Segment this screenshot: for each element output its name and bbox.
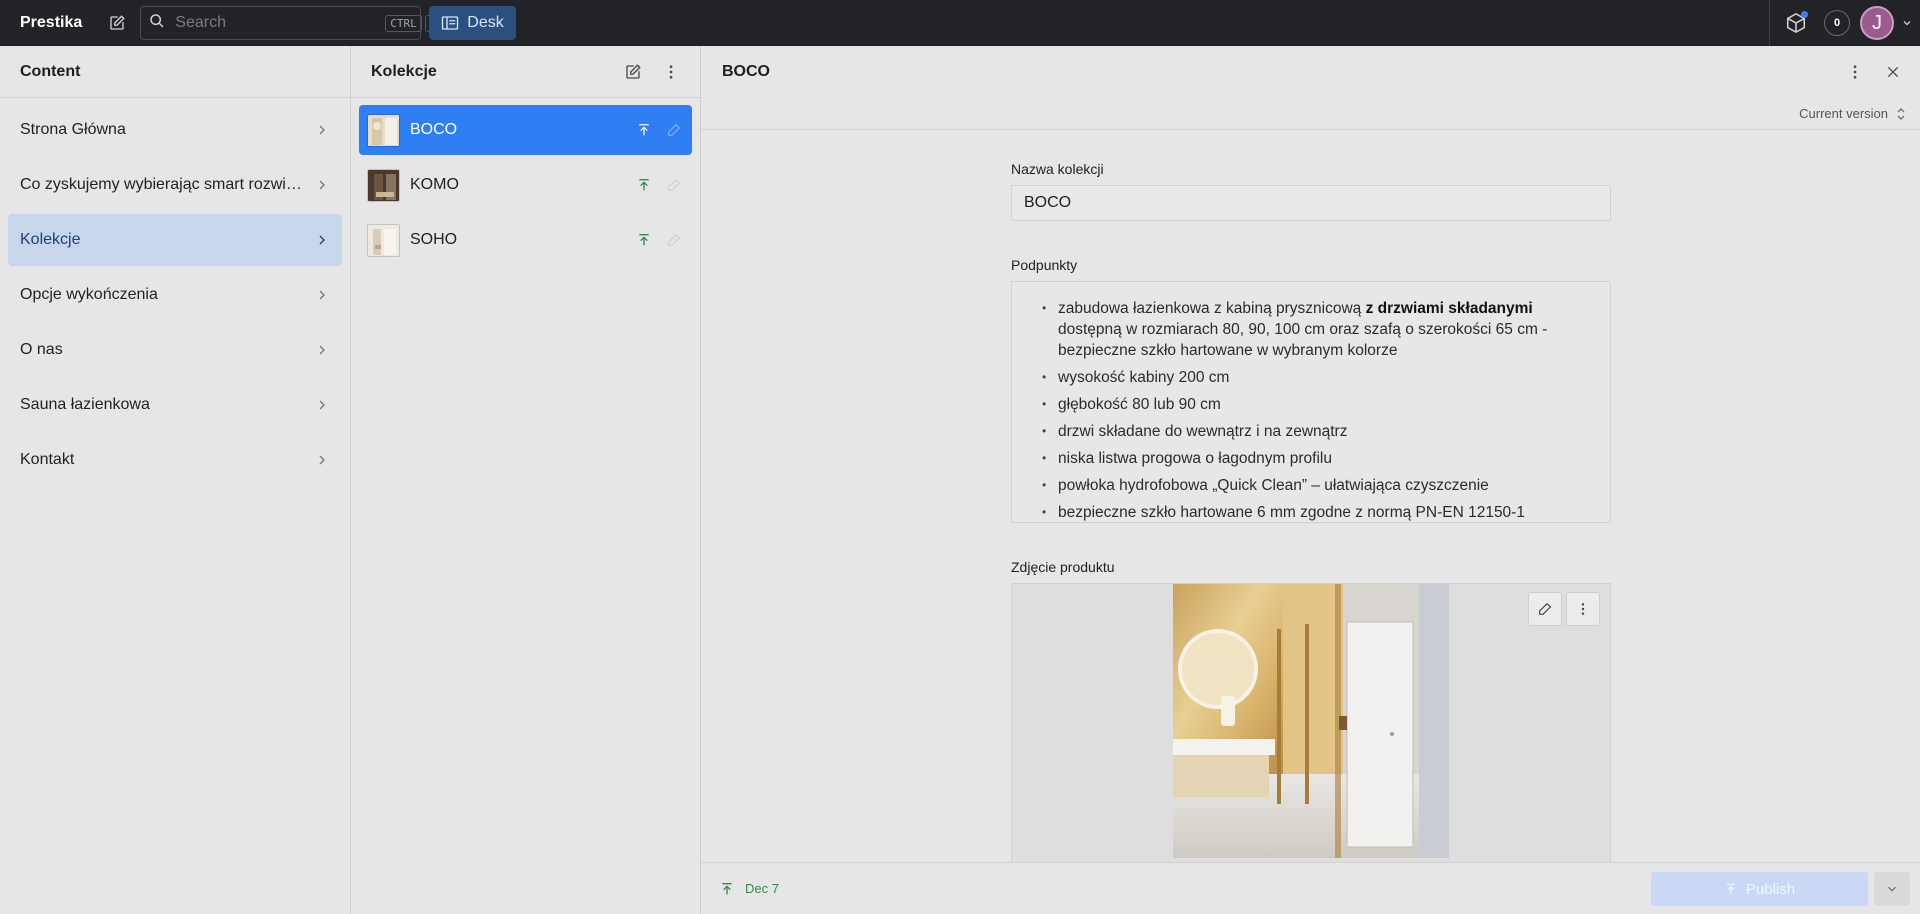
close-icon[interactable] — [1874, 53, 1912, 91]
nav-item-label: Opcje wykończenia — [20, 286, 158, 303]
nav-item-strona-glowna[interactable]: Strona Główna — [8, 104, 342, 156]
chevron-right-icon — [319, 455, 325, 465]
subpoints-editor[interactable]: zabudowa łazienkowa z kabiną prysznicową… — [1011, 281, 1611, 523]
nav-item-label: Kontakt — [20, 451, 75, 468]
product-image — [1173, 584, 1449, 858]
product-image-field[interactable] — [1011, 583, 1611, 883]
chevron-right-icon — [319, 290, 325, 300]
bullet-item: wysokość kabiny 200 cm — [1042, 367, 1590, 388]
edit-icon[interactable] — [666, 232, 682, 248]
published-icon — [639, 124, 649, 136]
nav-item-o-nas[interactable]: O nas — [8, 324, 342, 376]
edit-icon[interactable] — [666, 122, 682, 138]
publish-button[interactable]: Publish — [1651, 872, 1868, 906]
more-vertical-icon[interactable] — [1566, 592, 1600, 626]
more-vertical-icon[interactable] — [1836, 53, 1874, 91]
content-pane: Content Strona Główna Co zyskujemy wybie… — [0, 46, 351, 914]
version-selector[interactable]: Current version — [701, 98, 1920, 130]
notification-counter[interactable]: 0 — [1824, 10, 1850, 36]
document-label: SOHO — [410, 231, 458, 248]
compose-icon[interactable] — [614, 53, 652, 91]
document-thumbnail — [367, 113, 400, 147]
document-list-header: Kolekcje — [351, 46, 700, 98]
chevron-down-icon — [1888, 886, 1896, 892]
publish-icon — [1726, 883, 1735, 894]
nav-item-sauna-lazienkowa[interactable]: Sauna łazienkowa — [8, 379, 342, 431]
nav-item-opcje-wykonczenia[interactable]: Opcje wykończenia — [8, 269, 342, 321]
published-date: Dec 7 — [745, 881, 779, 896]
content-pane-header: Content — [0, 46, 350, 98]
name-field-value: BOCO — [1024, 194, 1072, 211]
document-editor: BOCO Current version Nazwa kolekcji BOCO… — [701, 46, 1920, 914]
bullet-item: zabudowa łazienkowa z kabiną prysznicową… — [1042, 298, 1590, 361]
chevron-right-icon — [319, 180, 325, 190]
brand-logo[interactable]: Prestika — [20, 14, 82, 32]
bullet-item: drzwi składane do wewnątrz i na zewnątrz — [1042, 421, 1590, 442]
published-icon — [639, 234, 649, 246]
document-label: KOMO — [410, 176, 459, 193]
nav-item-label: Co zyskujemy wybierając smart rozwiązani… — [20, 176, 310, 193]
document-thumbnail — [367, 223, 400, 257]
publish-status[interactable]: Dec 7 — [719, 881, 779, 897]
published-icon — [639, 179, 649, 191]
name-field[interactable]: BOCO — [1011, 185, 1611, 221]
desk-label: Desk — [467, 14, 504, 31]
search-box[interactable]: CTRL K — [140, 6, 442, 40]
notification-dot — [1801, 11, 1808, 18]
nav-item-label: Strona Główna — [20, 121, 126, 138]
nav-item-co-zyskujemy[interactable]: Co zyskujemy wybierając smart rozwiązani… — [8, 159, 342, 211]
nav-item-kolekcje[interactable]: Kolekcje — [8, 214, 342, 266]
subpoints-label: Podpunkty — [1011, 257, 1078, 273]
search-input[interactable] — [175, 14, 383, 32]
document-label: BOCO — [410, 121, 458, 138]
desk-icon — [442, 16, 459, 30]
publish-label: Publish — [1745, 880, 1796, 898]
editor-header: BOCO — [701, 46, 1920, 98]
topbar-divider — [1769, 0, 1770, 46]
chevron-right-icon — [319, 235, 325, 245]
nav-item-kontakt[interactable]: Kontakt — [8, 434, 342, 486]
chevron-down-icon[interactable] — [1898, 17, 1916, 29]
editor-title: BOCO — [722, 63, 770, 80]
bullet-item: głębokość 80 lub 90 cm — [1042, 394, 1590, 415]
more-vertical-icon[interactable] — [652, 53, 690, 91]
shortcut-ctrl: CTRL — [385, 14, 422, 32]
edit-icon[interactable] — [666, 177, 682, 193]
name-field-label: Nazwa kolekcji — [1011, 161, 1104, 177]
publish-menu-button[interactable] — [1874, 872, 1910, 906]
version-label: Current version — [1799, 106, 1888, 121]
package-icon[interactable] — [1784, 11, 1808, 35]
document-item-komo[interactable]: KOMO — [359, 160, 692, 210]
avatar[interactable]: J — [1860, 6, 1894, 40]
edit-icon[interactable] — [1528, 592, 1562, 626]
nav-item-label: O nas — [20, 341, 63, 358]
desk-button[interactable]: Desk — [429, 6, 516, 40]
nav-item-label: Kolekcje — [20, 231, 81, 248]
document-list-title: Kolekcje — [371, 62, 437, 80]
bullet-item: niska listwa progowa o łagodnym profilu — [1042, 448, 1590, 469]
document-list: BOCO KOMO SOHO — [351, 98, 700, 277]
chevron-right-icon — [319, 125, 325, 135]
content-pane-title: Content — [20, 62, 81, 80]
search-icon — [149, 13, 165, 34]
content-nav: Strona Główna Co zyskujemy wybierając sm… — [0, 98, 350, 495]
document-item-boco[interactable]: BOCO — [359, 105, 692, 155]
editor-footer: Dec 7 Publish — [701, 862, 1920, 914]
document-thumbnail — [367, 168, 400, 202]
nav-item-label: Sauna łazienkowa — [20, 396, 150, 413]
editor-form: Nazwa kolekcji BOCO Podpunkty zabudowa ł… — [1011, 161, 1611, 883]
compose-icon[interactable] — [106, 12, 128, 34]
bullet-item: powłoka hydrofobowa „Quick Clean” – ułat… — [1042, 475, 1590, 496]
chevron-right-icon — [319, 400, 325, 410]
top-bar: Prestika CTRL K Desk 0 J — [0, 0, 1920, 46]
bullet-item: bezpieczne szkło hartowane 6 mm zgodne z… — [1042, 502, 1590, 522]
document-item-soho[interactable]: SOHO — [359, 215, 692, 265]
published-icon — [722, 882, 732, 894]
chevron-up-down-icon — [1897, 107, 1905, 120]
chevron-right-icon — [319, 345, 325, 355]
product-image-label: Zdjęcie produktu — [1011, 559, 1115, 575]
document-list-pane: Kolekcje BOCO KOMO SOHO — [351, 46, 701, 914]
